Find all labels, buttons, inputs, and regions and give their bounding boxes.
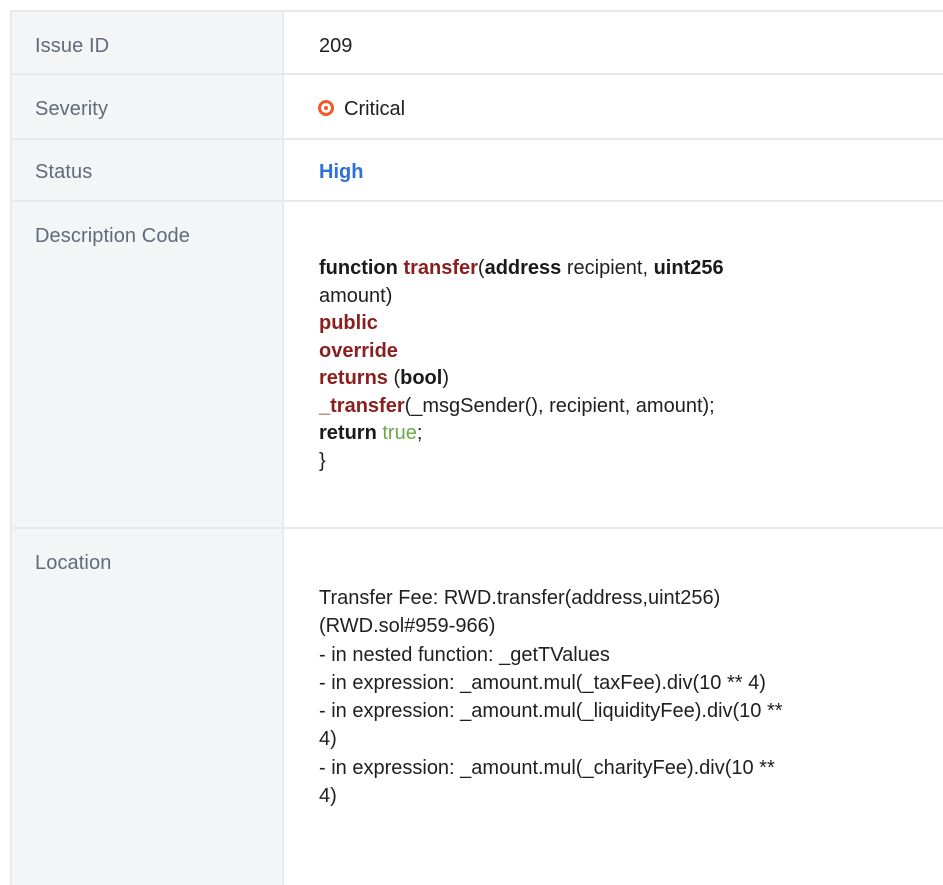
value-cell: Critical bbox=[282, 75, 943, 138]
code-keyword: function bbox=[319, 257, 398, 279]
code-line: returns (bool) bbox=[319, 365, 724, 393]
label-cell: Location bbox=[10, 529, 282, 885]
table-row-description-code: Description Code function transfer(addre… bbox=[10, 202, 943, 529]
value-cell: High bbox=[282, 140, 943, 200]
table-row-location: Location Transfer Fee: RWD.transfer(addr… bbox=[10, 529, 943, 885]
value-cell: function transfer(address recipient, uin… bbox=[282, 202, 943, 527]
label-cell: Issue ID bbox=[10, 12, 282, 73]
code-function-name: transfer bbox=[403, 257, 478, 279]
code-keyword: uint256 bbox=[653, 257, 724, 279]
severity-value: Critical bbox=[318, 98, 405, 121]
code-function-name: _transfer bbox=[319, 394, 405, 417]
label-cell: Severity bbox=[10, 75, 282, 138]
code-text: ( bbox=[477, 257, 485, 279]
code-keyword: bool bbox=[400, 367, 443, 389]
value-cell: 209 bbox=[282, 12, 943, 73]
location-text-block: Transfer Fee: RWD.transfer(address,uint2… bbox=[319, 584, 783, 810]
label-cell: Description Code bbox=[10, 202, 282, 527]
location-label: Location bbox=[35, 552, 112, 574]
code-literal: true bbox=[382, 422, 417, 444]
code-text: ; bbox=[416, 422, 423, 444]
location-line: 4) bbox=[319, 728, 337, 751]
value-cell: Transfer Fee: RWD.transfer(address,uint2… bbox=[282, 529, 943, 885]
code-text: ( bbox=[387, 367, 401, 389]
code-keyword: address bbox=[484, 257, 562, 279]
code-line: function transfer(address recipient, uin… bbox=[319, 255, 724, 283]
location-line: - in expression: _amount.mul(_taxFee).di… bbox=[319, 671, 766, 694]
code-text: (_msgSender(), recipient, amount); bbox=[404, 394, 715, 417]
location-line: - in expression: _amount.mul(_liquidityF… bbox=[319, 700, 783, 723]
location-line: 4) bbox=[319, 785, 337, 808]
severity-text: Critical bbox=[344, 98, 406, 120]
code-line: amount) bbox=[319, 284, 393, 307]
code-text: ) bbox=[442, 367, 450, 389]
issue-id-label: Issue ID bbox=[35, 35, 110, 57]
table-row-status: Status High bbox=[10, 140, 943, 202]
issue-id-value: 209 bbox=[319, 35, 353, 57]
code-text: recipient, bbox=[561, 257, 654, 279]
code-line: return true; bbox=[319, 420, 724, 448]
location-line: (RWD.sol#959-966) bbox=[319, 615, 496, 638]
table-row-severity: Severity Critical bbox=[10, 75, 943, 140]
code-line: _transfer(_msgSender(), recipient, amoun… bbox=[319, 393, 724, 421]
location-line: Transfer Fee: RWD.transfer(address,uint2… bbox=[319, 587, 721, 609]
location-line: - in expression: _amount.mul(_charityFee… bbox=[319, 756, 775, 779]
table-row-issue-id: Issue ID 209 bbox=[10, 10, 943, 75]
severity-critical-icon bbox=[318, 100, 334, 116]
code-line: public bbox=[319, 312, 378, 334]
location-line: - in nested function: _getTValues bbox=[319, 643, 610, 666]
code-line: } bbox=[319, 449, 326, 472]
status-label: Status bbox=[35, 161, 93, 183]
label-cell: Status bbox=[10, 140, 282, 200]
status-value: High bbox=[319, 161, 364, 183]
code-keyword: return bbox=[319, 422, 377, 444]
description-code-label: Description Code bbox=[35, 225, 191, 247]
severity-label: Severity bbox=[35, 98, 109, 120]
description-code-block: function transfer(address recipient, uin… bbox=[319, 255, 724, 475]
code-keyword: returns bbox=[319, 367, 388, 389]
code-line: override bbox=[319, 339, 398, 362]
